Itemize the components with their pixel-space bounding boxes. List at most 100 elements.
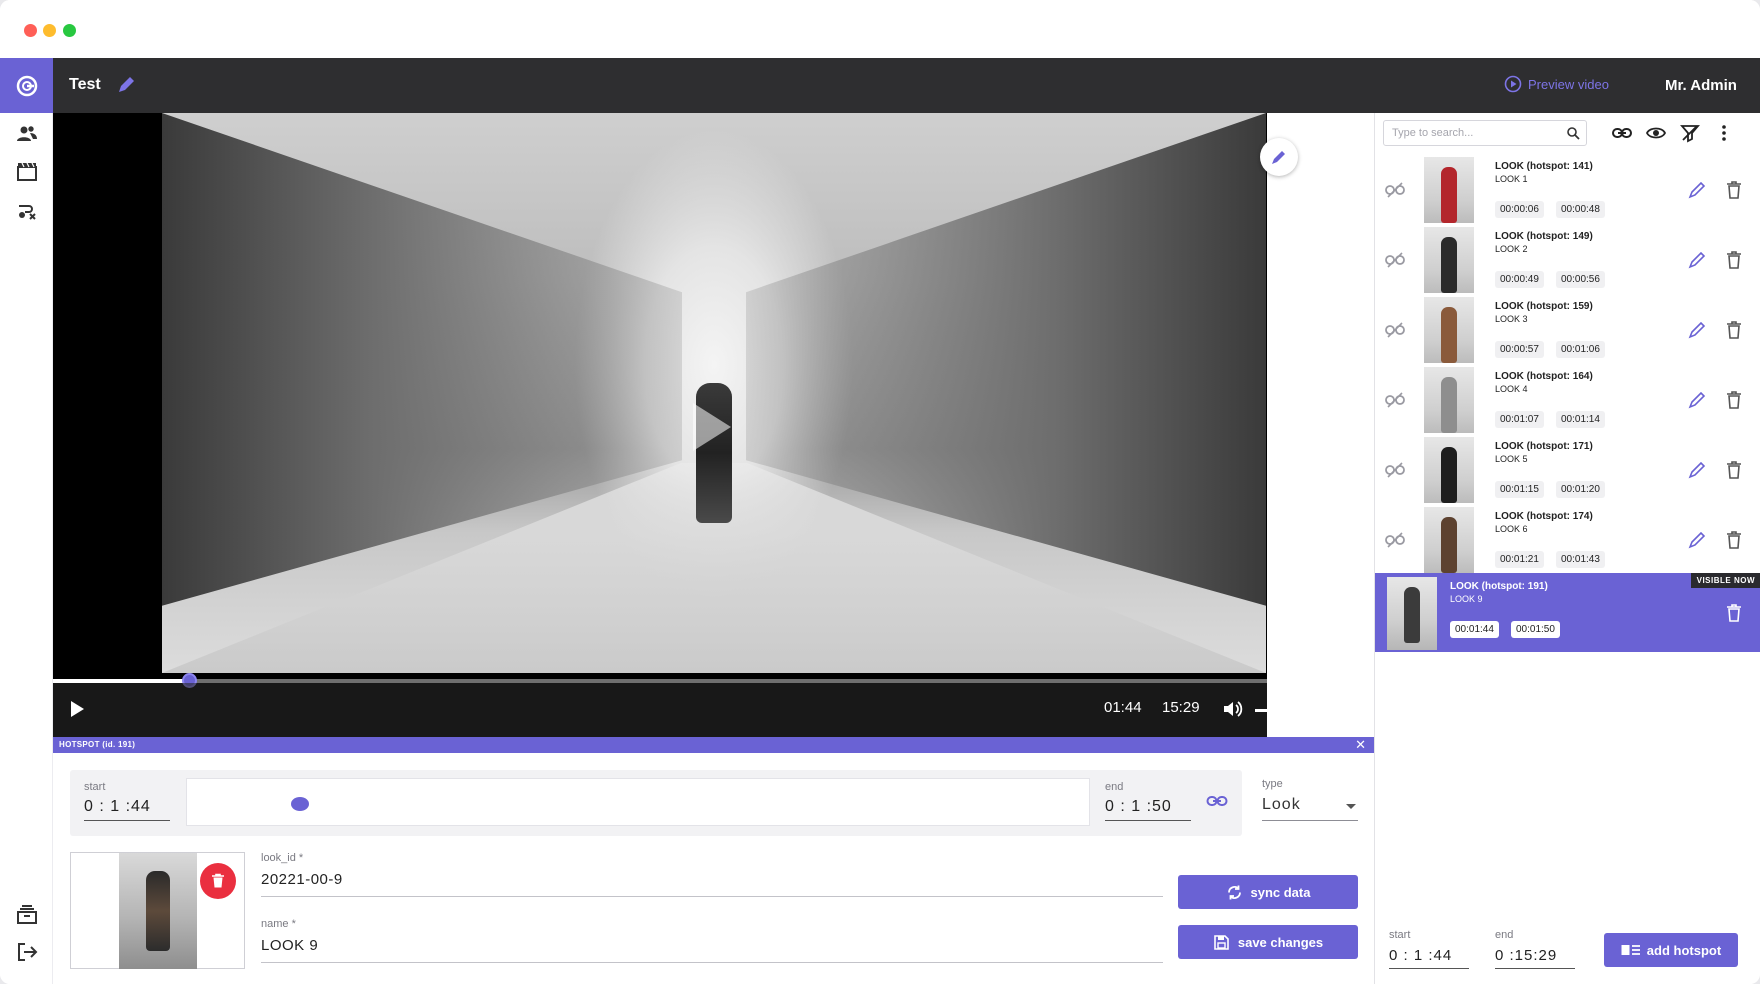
sync-icon [1227, 885, 1241, 899]
hotspot-subtitle: LOOK 1 [1495, 174, 1528, 184]
logo-icon [16, 75, 37, 96]
delete-hotspot-icon[interactable] [1725, 603, 1743, 623]
hotspot-list-item[interactable]: LOOK (hotspot: 171) LOOK 5 00:01:15 00:01:2… [1375, 433, 1760, 512]
hotspot-start-time: 00:00:57 [1495, 341, 1544, 358]
hotspot-title: LOOK (hotspot: 164) [1495, 371, 1593, 382]
app-logo[interactable] [0, 58, 53, 113]
hotspot-list-panel: Type to search... LOOK (hotspot: 141) LOO… [1374, 113, 1760, 984]
search-field[interactable]: Type to search... [1383, 120, 1587, 146]
edit-title-icon[interactable] [116, 75, 136, 95]
edit-hotspot-icon[interactable] [1687, 320, 1707, 340]
delete-hotspot-icon[interactable] [1725, 250, 1743, 270]
hotspot-thumbnail [1424, 507, 1474, 580]
save-changes-button[interactable]: save changes [1178, 925, 1358, 959]
hotspot-end-time: 00:01:14 [1556, 411, 1605, 428]
link-icon[interactable] [1206, 790, 1228, 812]
sync-data-label: sync data [1250, 884, 1311, 900]
edit-hotspot-icon[interactable] [1687, 390, 1707, 410]
delete-hotspot-icon[interactable] [1725, 530, 1743, 550]
sync-data-button[interactable]: sync data [1178, 875, 1358, 909]
hotspot-range-handle[interactable] [291, 797, 309, 811]
search-input[interactable]: Type to search... [1392, 127, 1473, 139]
hotspot-end-time: 00:00:48 [1556, 201, 1605, 218]
preview-video-label: Preview video [1528, 76, 1609, 92]
video-player[interactable]: 01:44 15:29 [53, 113, 1267, 737]
edit-hotspot-icon[interactable] [1687, 250, 1707, 270]
hotspot-thumbnail-figure [1441, 307, 1457, 363]
maximize-window-button[interactable] [63, 24, 76, 37]
edit-hotspot-icon[interactable] [1687, 180, 1707, 200]
volume-slider[interactable] [1255, 709, 1267, 712]
unlink-icon[interactable] [1385, 460, 1405, 480]
hotspot-list-item[interactable]: LOOK (hotspot: 164) LOOK 4 00:01:07 00:01:1… [1375, 363, 1760, 442]
delete-hotspot-icon[interactable] [1725, 320, 1743, 340]
hotspot-end-time: 00:01:20 [1556, 481, 1605, 498]
start-label: start [84, 781, 106, 793]
close-window-button[interactable] [24, 24, 37, 37]
more-vertical-icon[interactable] [1714, 123, 1734, 143]
hotspot-title: LOOK (hotspot: 141) [1495, 161, 1593, 172]
unlink-icon[interactable] [1385, 320, 1405, 340]
hotspot-settings-icon[interactable] [16, 199, 38, 221]
unlink-icon[interactable] [1385, 180, 1405, 200]
name-input[interactable]: LOOK 9 [261, 937, 1163, 963]
edit-video-button[interactable] [1260, 138, 1298, 176]
add-hotspot-label: add hotspot [1646, 942, 1722, 958]
save-changes-label: save changes [1237, 934, 1324, 950]
video-frame[interactable] [162, 113, 1266, 673]
start-time-input[interactable]: 0 : 1 :44 [84, 798, 170, 821]
hotspot-title: LOOK (hotspot: 149) [1495, 231, 1593, 242]
edit-hotspot-icon[interactable] [1687, 530, 1707, 550]
unlink-icon[interactable] [1385, 250, 1405, 270]
logout-icon[interactable] [16, 941, 38, 963]
hotspot-thumbnail-figure [1404, 587, 1420, 643]
footer-start-input[interactable]: 0 : 1 :44 [1389, 947, 1469, 969]
delete-hotspot-icon[interactable] [1725, 180, 1743, 200]
hotspot-start-time: 00:01:07 [1495, 411, 1544, 428]
hotspot-list-item[interactable]: LOOK (hotspot: 141) LOOK 1 00:00:06 00:00:4… [1375, 153, 1760, 232]
visible-now-badge: VISIBLE NOW [1690, 573, 1760, 588]
volume-icon[interactable] [1221, 698, 1243, 720]
link-filter-icon[interactable] [1612, 123, 1632, 143]
unlink-icon[interactable] [1385, 390, 1405, 410]
play-overlay-icon[interactable] [693, 403, 731, 451]
play-icon[interactable] [71, 701, 84, 717]
hotspot-list-item[interactable]: LOOK (hotspot: 174) LOOK 6 00:01:21 00:01:4… [1375, 503, 1760, 582]
end-time-input[interactable]: 0 : 1 :50 [1105, 798, 1191, 821]
delete-image-button[interactable] [200, 863, 236, 899]
hotspot-list-item[interactable]: LOOK (hotspot: 149) LOOK 2 00:00:49 00:00:5… [1375, 223, 1760, 302]
look-id-label: look_id * [261, 852, 304, 864]
hotspot-range-slider[interactable] [186, 778, 1090, 826]
video-clapper-icon[interactable] [16, 161, 38, 183]
hotspot-editor-title: HOTSPOT (id. 191) [59, 740, 136, 749]
delete-hotspot-icon[interactable] [1725, 460, 1743, 480]
preview-video-button[interactable]: Preview video [1504, 75, 1609, 93]
save-icon [1214, 934, 1229, 950]
hotspot-title: LOOK (hotspot: 191) [1450, 581, 1548, 592]
minimize-window-button[interactable] [43, 24, 56, 37]
eye-icon[interactable] [1645, 123, 1667, 143]
type-select[interactable]: Look [1262, 796, 1358, 821]
close-icon[interactable]: ✕ [1355, 737, 1366, 753]
unlink-icon[interactable] [1385, 530, 1405, 550]
users-icon[interactable] [16, 123, 38, 145]
footer-end-label: end [1495, 929, 1514, 941]
user-name[interactable]: Mr. Admin [1665, 77, 1737, 94]
total-time: 15:29 [1162, 699, 1200, 716]
edit-hotspot-icon[interactable] [1687, 460, 1707, 480]
end-label: end [1105, 781, 1124, 793]
hotspot-end-time: 00:01:43 [1556, 551, 1605, 568]
archive-icon[interactable] [16, 903, 38, 925]
hotspot-list-item[interactable]: LOOK (hotspot: 159) LOOK 3 00:00:57 00:01:0… [1375, 293, 1760, 372]
hotspot-list-item[interactable]: LOOK (hotspot: 191) LOOK 9 00:01:44 00:01:5… [1375, 573, 1760, 652]
hotspot-subtitle: LOOK 3 [1495, 314, 1528, 324]
hotspot-end-time: 00:01:50 [1511, 621, 1560, 638]
search-icon[interactable] [1566, 126, 1580, 140]
hotspot-start-time: 00:01:15 [1495, 481, 1544, 498]
add-hotspot-button[interactable]: add hotspot [1604, 933, 1738, 967]
delete-hotspot-icon[interactable] [1725, 390, 1743, 410]
hotspot-thumbnail-figure [1441, 377, 1457, 433]
footer-end-input[interactable]: 0 :15:29 [1495, 947, 1575, 969]
look-id-input[interactable]: 20221-00-9 [261, 871, 1163, 897]
filter-off-icon[interactable] [1680, 123, 1700, 143]
